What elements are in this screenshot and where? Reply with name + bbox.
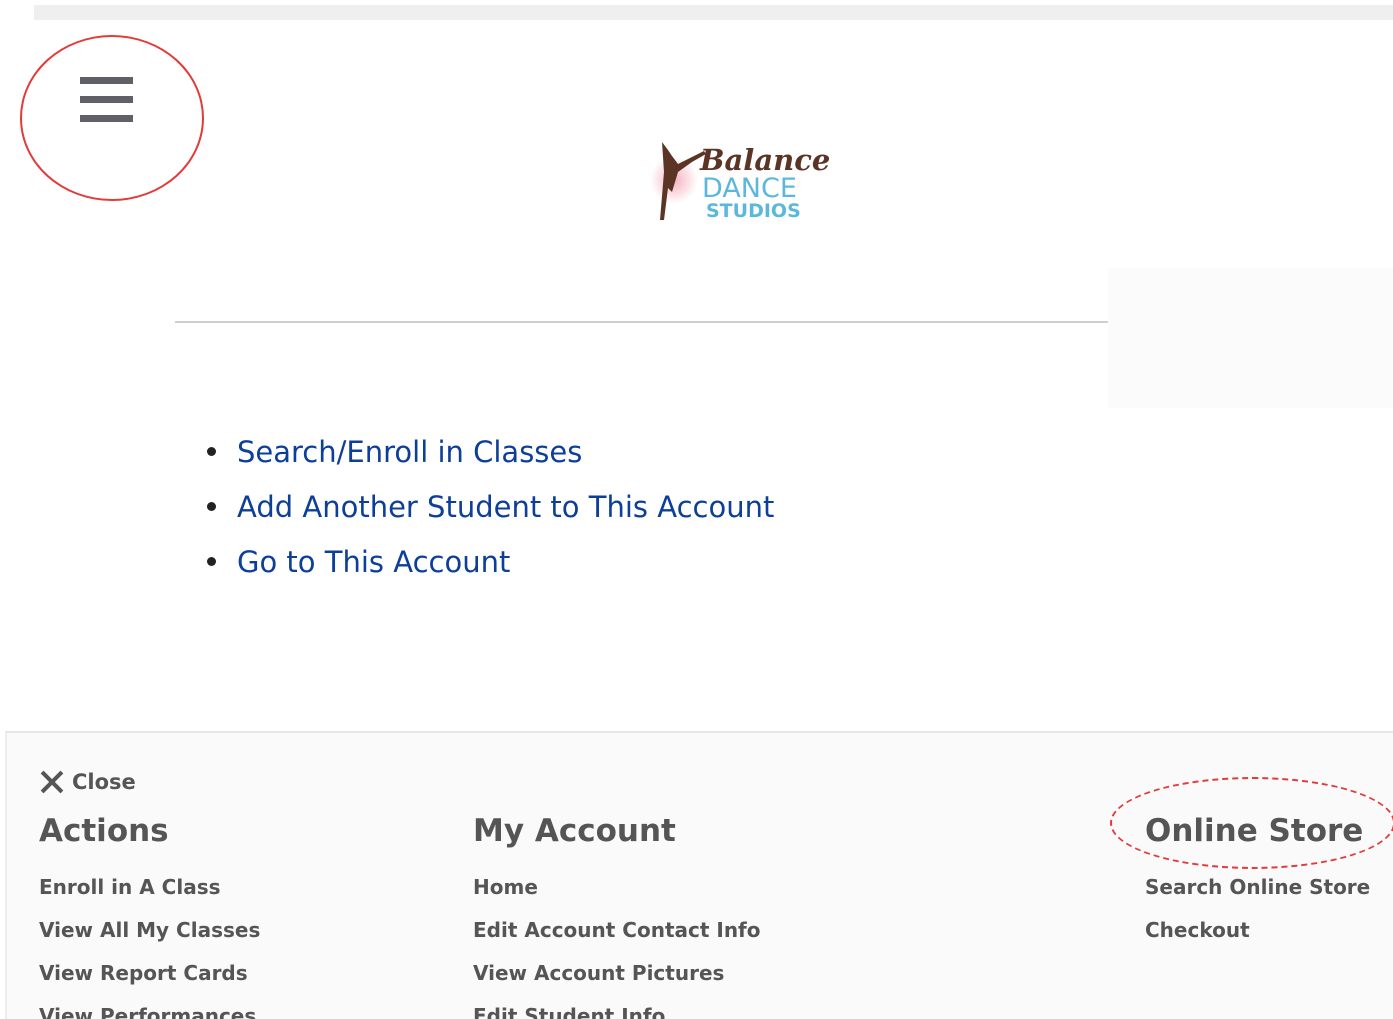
bullet [207,557,216,566]
add-student-link[interactable]: Add Another Student to This Account [237,490,774,524]
close-button[interactable]: Close [39,767,136,797]
my-account-heading: My Account [473,813,676,849]
menu-item-view-classes[interactable]: View All My Classes [39,916,260,959]
list-item: Go to This Account [205,542,774,597]
menu-item-edit-contact[interactable]: Edit Account Contact Info [473,916,761,959]
actions-column: Actions Enroll in A Class View All My Cl… [39,811,260,1019]
search-enroll-link[interactable]: Search/Enroll in Classes [237,435,582,469]
close-icon [39,769,65,795]
my-account-column: My Account Home Edit Account Contact Inf… [473,811,761,1019]
actions-heading: Actions [39,813,169,849]
navigation-drawer: Close Actions Enroll in A Class View All… [5,731,1393,1019]
menu-item-performances[interactable]: View Performances [39,1002,260,1019]
top-bar [34,5,1393,20]
bullet [207,447,216,456]
menu-item-checkout[interactable]: Checkout [1145,916,1370,959]
studio-logo[interactable]: Balance DANCE STUDIOS [648,132,838,228]
menu-item-edit-student[interactable]: Edit Student Info [473,1002,761,1019]
menu-item-search-store[interactable]: Search Online Store [1145,873,1370,916]
go-to-account-link[interactable]: Go to This Account [237,545,510,579]
header-divider [175,321,1110,323]
online-store-heading: Online Store [1145,813,1364,849]
bullet [207,502,216,511]
page: Balance DANCE STUDIOS Search/Enroll in C… [0,0,1393,1019]
list-item: Search/Enroll in Classes [205,432,774,487]
close-label: Close [72,770,136,794]
menu-item-enroll-class[interactable]: Enroll in A Class [39,873,260,916]
menu-item-home[interactable]: Home [473,873,761,916]
menu-toggle-area [20,35,204,201]
logo-text-balance: Balance [699,143,830,177]
online-store-column: Online Store Search Online Store Checkou… [1145,811,1370,942]
list-item: Add Another Student to This Account [205,487,774,542]
side-panel-shadow [1108,268,1393,408]
menu-item-report-cards[interactable]: View Report Cards [39,959,260,1002]
hamburger-menu-icon[interactable] [80,77,133,122]
logo-text-studios: STUDIOS [706,200,801,222]
menu-item-account-pictures[interactable]: View Account Pictures [473,959,761,1002]
action-links: Search/Enroll in Classes Add Another Stu… [205,432,774,597]
